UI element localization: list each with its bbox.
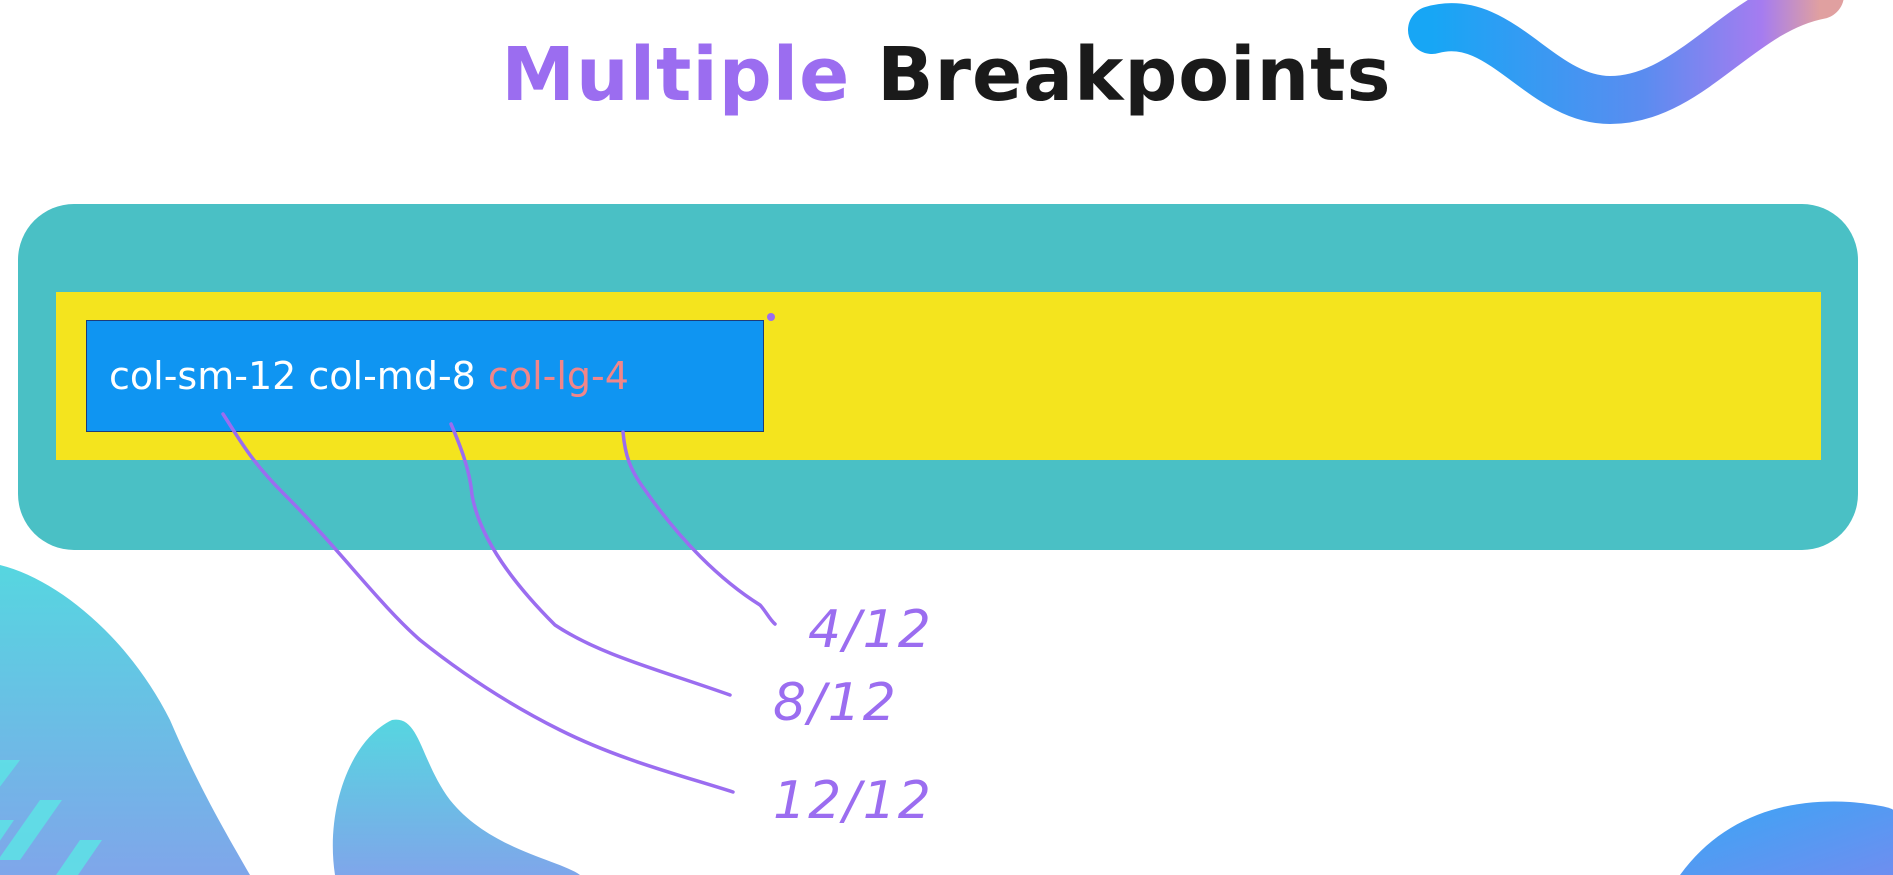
class-col-lg: col-lg-4 xyxy=(487,354,629,398)
title-word-multiple: Multiple xyxy=(501,32,851,118)
class-col-md: col-md-8 xyxy=(308,354,476,398)
bottom-center-blob xyxy=(332,719,580,875)
title-word-breakpoints: Breakpoints xyxy=(877,32,1392,118)
fraction-sm: 12/12 xyxy=(773,771,933,831)
fraction-lg: 4/12 xyxy=(808,600,933,660)
column-box: col-sm-12 col-md-8 col-lg-4 xyxy=(86,320,764,432)
column-class-list: col-sm-12 col-md-8 col-lg-4 xyxy=(109,357,629,395)
class-col-sm: col-sm-12 xyxy=(109,354,297,398)
fraction-md: 8/12 xyxy=(773,673,898,733)
bottom-right-blob xyxy=(1680,801,1893,875)
page-title: Multiple Breakpoints xyxy=(0,38,1893,112)
